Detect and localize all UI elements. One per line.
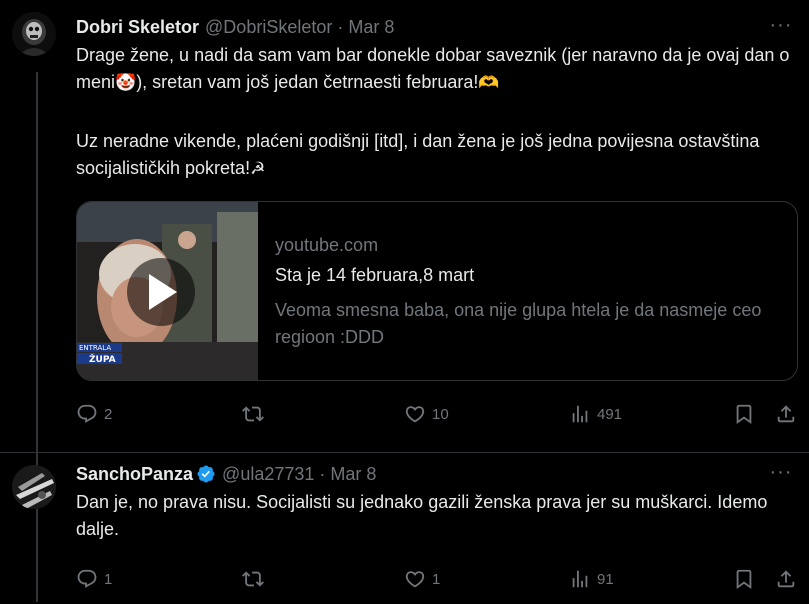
share-icon <box>777 570 795 588</box>
tweet-dobri-skeletor[interactable]: Dobri Skeletor @DobriSkeletor · Mar 8 ··… <box>0 0 809 452</box>
play-icon[interactable] <box>127 258 195 326</box>
tweet-actions: 2 10 491 <box>76 402 798 426</box>
bookmark-icon <box>736 404 752 425</box>
card-description: Veoma smesna baba, ona nije glupa htela … <box>275 300 762 347</box>
display-name[interactable]: Dobri Skeletor <box>76 17 199 38</box>
hammer-sickle-emoji-icon: ☭ <box>250 159 266 178</box>
views-icon <box>572 570 588 588</box>
share-button[interactable] <box>775 567 797 591</box>
tweet-text-paragraph-1: Drage žene, u nadi da sam vam bar donekl… <box>76 42 796 96</box>
reply-button[interactable]: 1 <box>76 567 112 591</box>
tweet-text: Dan je, no prava nisu. Socijalisti su je… <box>76 492 768 539</box>
more-icon[interactable]: ··· <box>769 14 793 37</box>
tweet-header: Dobri Skeletor @DobriSkeletor · Mar 8 <box>76 16 394 38</box>
link-preview-card[interactable]: ENTRALA ŽUPA youtube.com Sta je 14 febru… <box>76 201 798 381</box>
views-icon <box>572 405 588 423</box>
share-icon <box>777 405 795 423</box>
tweet-text-paragraph-2: Uz neradne vikende, plaćeni godišnji [it… <box>76 128 796 182</box>
user-handle[interactable]: @ula27731 <box>222 464 314 485</box>
text-fragment: Uz neradne vikende, plaćeni godišnji [it… <box>76 131 760 178</box>
retweet-icon <box>242 406 264 422</box>
video-thumbnail[interactable]: ENTRALA ŽUPA <box>77 202 258 380</box>
like-count: 10 <box>432 405 449 423</box>
user-handle[interactable]: @DobriSkeletor <box>205 17 332 38</box>
avatar[interactable] <box>12 12 56 56</box>
like-button[interactable]: 1 <box>404 567 440 591</box>
reply-icon <box>77 404 97 423</box>
views-button[interactable]: 91 <box>569 567 614 591</box>
views-count: 91 <box>597 570 614 588</box>
heart-hands-emoji-icon: 🫶 <box>478 73 500 92</box>
retweet-button[interactable] <box>242 402 270 426</box>
reply-count: 2 <box>104 405 113 423</box>
tweet-date[interactable]: Mar 8 <box>348 17 394 38</box>
reply-count: 1 <box>104 570 113 588</box>
avatar[interactable] <box>12 465 56 509</box>
like-icon <box>405 571 425 588</box>
tweet-actions: 1 1 91 <box>76 567 798 591</box>
bookmark-icon <box>736 569 752 590</box>
views-button[interactable]: 491 <box>569 402 622 426</box>
card-domain: youtube.com <box>275 235 379 255</box>
separator-dot: · <box>319 463 326 484</box>
verified-badge-icon <box>197 465 215 483</box>
text-fragment: ), sretan vam još jedan četrnaesti febru… <box>136 72 479 92</box>
clown-emoji-icon: 🤡 <box>115 73 137 92</box>
like-count: 1 <box>432 570 441 588</box>
thumb-caption-1: ENTRALA <box>79 344 111 352</box>
display-name[interactable]: SanchoPanza <box>76 464 193 485</box>
more-icon[interactable]: ··· <box>769 461 793 484</box>
tweet-date[interactable]: Mar 8 <box>330 464 376 485</box>
card-title: Sta je 14 februara,8 mart <box>275 265 475 285</box>
share-button[interactable] <box>775 402 797 426</box>
separator-dot: · <box>337 16 344 37</box>
retweet-button[interactable] <box>242 567 270 591</box>
reply-icon <box>77 569 97 588</box>
tweet-sancho-panza[interactable]: SanchoPanza @ula27731 · Mar 8 ··· Dan je… <box>0 452 809 604</box>
like-button[interactable]: 10 <box>404 402 449 426</box>
like-icon <box>405 406 425 423</box>
views-count: 491 <box>597 405 623 423</box>
thumb-caption-2: ŽUPA <box>89 353 116 365</box>
bookmark-button[interactable] <box>733 567 755 591</box>
retweet-icon <box>242 571 264 587</box>
bookmark-button[interactable] <box>733 402 755 426</box>
tweet-header: SanchoPanza @ula27731 · Mar 8 <box>76 463 376 485</box>
reply-button[interactable]: 2 <box>76 402 112 426</box>
